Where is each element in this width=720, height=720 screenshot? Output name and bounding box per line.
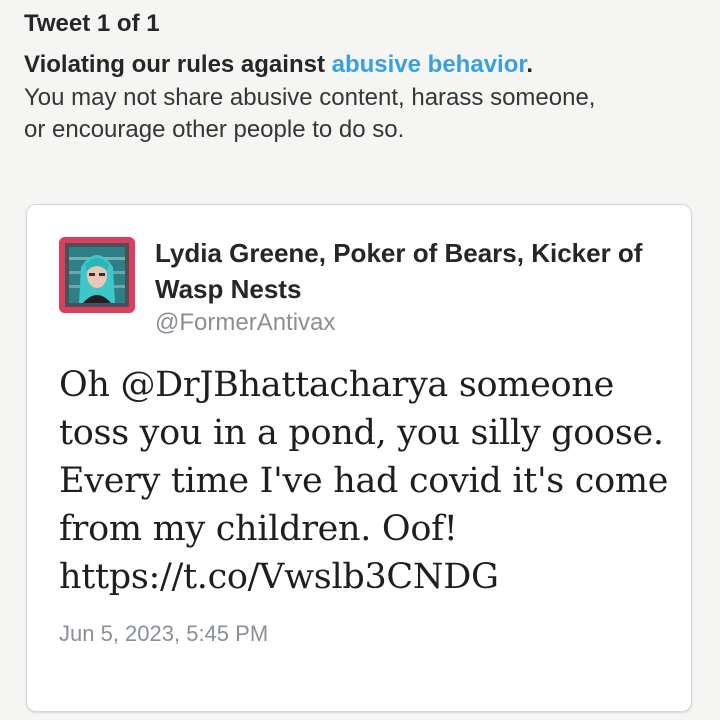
tweet-link[interactable]: https://t.co/Vwslb3CNDG: [59, 553, 679, 601]
violation-suffix: .: [526, 51, 534, 78]
user-handle[interactable]: @FormerAntivax: [155, 307, 665, 339]
user-avatar-icon: [59, 237, 135, 313]
violation-desc-line-2: or encourage other people to do so.: [24, 116, 405, 143]
tweet-text-line: Every time I've had covid it's come: [59, 461, 669, 501]
tweet-text: Oh @DrJBhattacharya someone toss you in …: [59, 361, 679, 601]
display-name[interactable]: Lydia Greene, Poker of Bears, Kicker of …: [155, 235, 665, 307]
violation-description: You may not share abusive content, haras…: [24, 82, 704, 146]
violation-prefix: Violating our rules against: [24, 51, 332, 78]
avatar[interactable]: [59, 237, 135, 313]
tweet-timestamp[interactable]: Jun 5, 2023, 5:45 PM: [59, 621, 268, 647]
tweet-text-line: Oh @DrJBhattacharya someone: [59, 365, 614, 405]
tweet-text-line: toss you in a pond, you silly goose.: [59, 413, 664, 453]
abusive-behavior-link[interactable]: abusive behavior: [332, 51, 527, 78]
tweet-text-line: from my children. Oof!: [59, 509, 458, 549]
violation-desc-line-1: You may not share abusive content, haras…: [24, 84, 596, 111]
violation-title: Violating our rules against abusive beha…: [24, 48, 704, 82]
tweet-card[interactable]: Lydia Greene, Poker of Bears, Kicker of …: [26, 204, 692, 712]
user-info: Lydia Greene, Poker of Bears, Kicker of …: [155, 235, 665, 339]
tweet-count: Tweet 1 of 1: [24, 10, 160, 37]
notice-header: Tweet 1 of 1 Violating our rules against…: [24, 8, 704, 146]
